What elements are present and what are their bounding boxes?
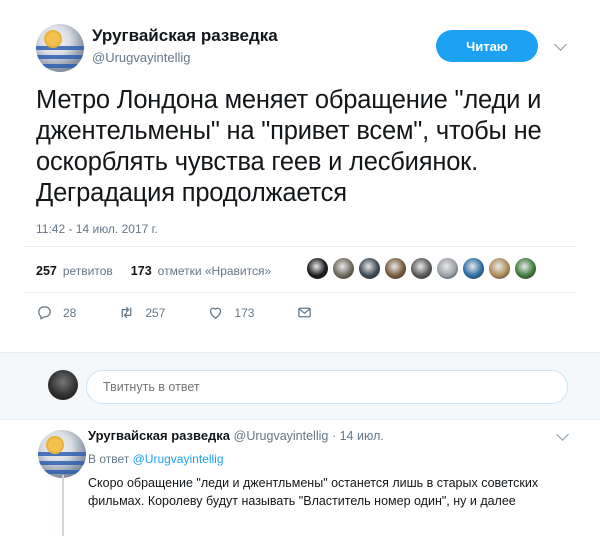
liker-avatar[interactable] (436, 257, 459, 280)
liker-avatar[interactable] (462, 257, 485, 280)
in-reply-handle-link[interactable]: @Urugvayintellig (133, 452, 224, 466)
author-avatar[interactable] (36, 24, 84, 72)
divider (24, 246, 576, 247)
reply-button[interactable]: 28 (36, 304, 76, 321)
liker-avatar[interactable] (332, 257, 355, 280)
retweets-count[interactable]: 257 (36, 264, 57, 278)
liker-avatar[interactable] (306, 257, 329, 280)
reply-author-avatar[interactable] (38, 430, 86, 478)
like-button[interactable]: 173 (207, 304, 254, 321)
tweet-actions: 28 257 173 (36, 304, 355, 321)
author-handle[interactable]: @Urugvayintellig (92, 50, 190, 65)
likes-label[interactable]: отметки «Нравится» (158, 264, 272, 278)
divider (24, 292, 576, 293)
retweet-icon (121, 306, 132, 319)
current-user-avatar (48, 370, 78, 400)
like-count: 173 (234, 305, 255, 320)
reply-text: Скоро обращение "леди и джентльмены" ост… (88, 476, 539, 508)
liker-avatar[interactable] (514, 257, 537, 280)
message-icon (298, 307, 312, 318)
reply-date[interactable]: 14 июл. (340, 429, 384, 443)
liker-avatar[interactable] (358, 257, 381, 280)
retweet-count: 257 (145, 305, 166, 320)
chevron-down-icon[interactable] (554, 38, 567, 51)
reply-author-name[interactable]: Уругвайская разведка (88, 428, 230, 443)
engagement-stats: 257 ретвитов 173 отметки «Нравится» (36, 264, 271, 278)
reply-separator: · (331, 429, 340, 443)
retweet-button[interactable]: 257 (118, 304, 165, 321)
reply-author[interactable]: Уругвайская разведка @Urugvayintellig · … (88, 428, 384, 443)
tweet-text: Метро Лондона меняет обращение "леди и д… (36, 86, 542, 207)
reply-author-handle[interactable]: @Urugvayintellig (234, 429, 329, 443)
reply-count: 28 (63, 305, 77, 320)
like-icon (210, 307, 222, 319)
in-reply-to: В ответ @Urugvayintellig (88, 452, 224, 466)
reply-icon (38, 306, 51, 320)
main-tweet: Уругвайская разведка @Urugvayintellig Чи… (0, 0, 600, 352)
likers-avatars (306, 257, 537, 280)
retweets-label[interactable]: ретвитов (63, 264, 113, 278)
following-button[interactable]: Читаю (436, 30, 538, 62)
reply-input[interactable] (86, 370, 568, 404)
author-name[interactable]: Уругвайская разведка (92, 26, 278, 46)
reply-compose-area (0, 352, 600, 420)
direct-message-button[interactable] (296, 304, 313, 321)
liker-avatar[interactable] (488, 257, 511, 280)
thread-line (62, 475, 64, 536)
tweet-timestamp[interactable]: 11:42 - 14 июл. 2017 г. (36, 222, 158, 236)
in-reply-prefix: В ответ (88, 452, 130, 466)
liker-avatar[interactable] (410, 257, 433, 280)
liker-avatar[interactable] (384, 257, 407, 280)
likes-count[interactable]: 173 (131, 264, 152, 278)
